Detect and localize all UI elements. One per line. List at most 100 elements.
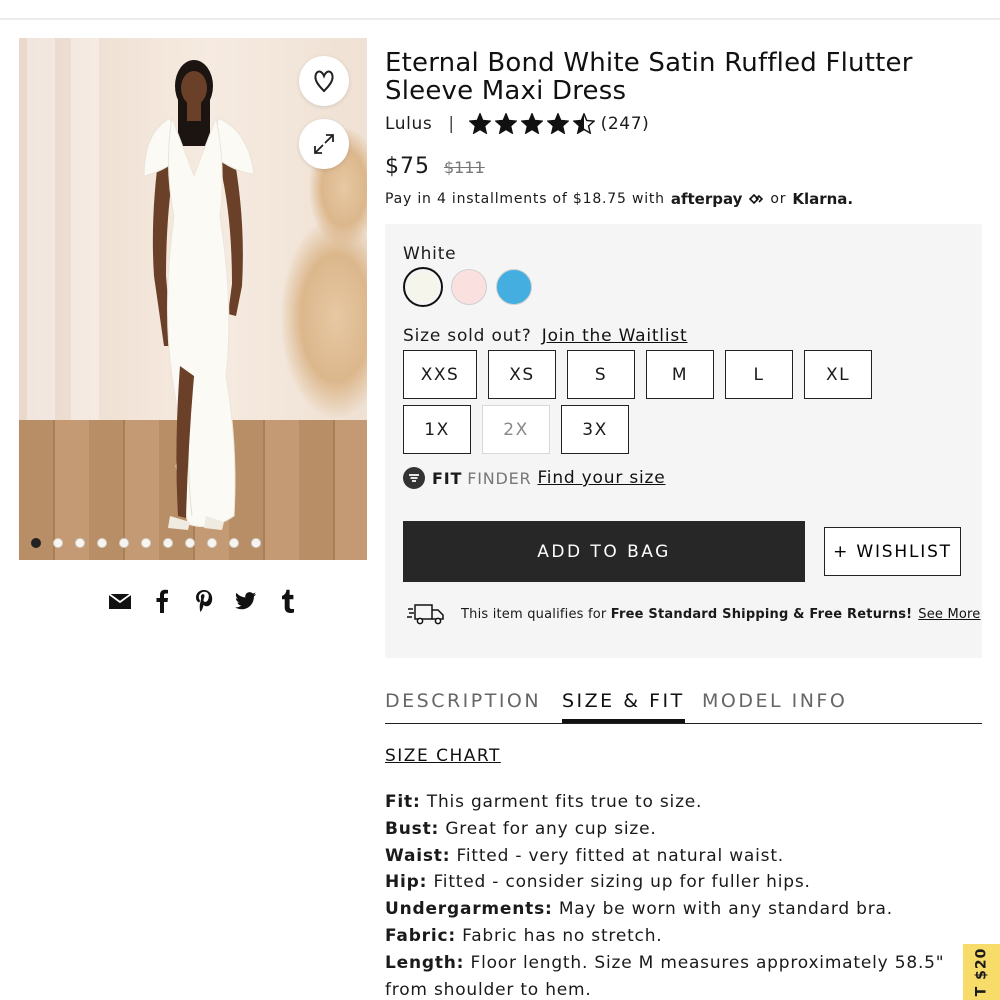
fit-detail-text: Fitted - very fitted at natural waist.: [456, 845, 784, 866]
sale-price: $75: [385, 154, 430, 179]
shipping-prefix: This item qualifies for: [461, 606, 607, 622]
pampas-decor: [281, 218, 367, 418]
star-half-icon: [572, 113, 595, 134]
tab-size-fit[interactable]: SIZE & FIT: [562, 690, 685, 723]
facebook-icon[interactable]: [150, 588, 174, 614]
wishlist-button[interactable]: + WISHLIST: [824, 527, 961, 576]
star-filled-icon: [546, 113, 569, 134]
promo-side-tab[interactable]: T $20: [963, 944, 1000, 1000]
fit-finder-fit: FIT: [432, 468, 463, 488]
size-option-unavailable[interactable]: 2X: [482, 405, 550, 454]
installment-row: Pay in 4 installments of $18.75 with aft…: [385, 190, 853, 208]
add-to-bag-button[interactable]: ADD TO BAG: [403, 521, 805, 582]
shipping-info: This item qualifies for Free Standard Sh…: [407, 602, 981, 626]
gallery-pagination: [31, 538, 261, 548]
model-photo: [143, 60, 255, 530]
gallery-dot[interactable]: [31, 538, 41, 548]
star-rating[interactable]: [468, 113, 595, 134]
fit-detail-item: Undergarments: May be worn with any stan…: [385, 896, 982, 923]
price-row: $75 $111: [385, 154, 485, 179]
payment-or: or: [770, 191, 787, 207]
fit-detail-label: Undergarments:: [385, 899, 553, 920]
size-option[interactable]: XL: [804, 350, 872, 399]
size-option[interactable]: 1X: [403, 405, 471, 454]
expand-image-button[interactable]: [299, 119, 349, 169]
fit-detail-item: Fit: This garment fits true to size.: [385, 789, 982, 816]
brand-rating-row: Lulus | (247): [385, 113, 649, 134]
gallery-dot[interactable]: [163, 538, 173, 548]
fit-detail-text: May be worn with any standard bra.: [558, 899, 893, 920]
afterpay-arrows-icon: [749, 193, 764, 205]
fit-finder-row: FIT FINDER Find your size: [403, 467, 665, 489]
backdrop-curtain: [27, 38, 55, 468]
truck-icon: [407, 604, 444, 625]
size-option[interactable]: L: [725, 350, 793, 399]
product-title: Eternal Bond White Satin Ruffled Flutter…: [385, 48, 913, 106]
gallery-dot[interactable]: [141, 538, 151, 548]
promo-side-tab-label: T $20: [973, 947, 990, 997]
color-swatch-white[interactable]: [403, 267, 443, 307]
star-filled-icon: [468, 113, 491, 134]
size-chart-link[interactable]: SIZE CHART: [385, 746, 501, 766]
tab-description[interactable]: DESCRIPTION: [385, 690, 541, 712]
color-swatch-blush[interactable]: [451, 269, 487, 305]
size-option[interactable]: XS: [488, 350, 556, 399]
gallery-dot[interactable]: [207, 538, 217, 548]
star-filled-icon: [494, 113, 517, 134]
fit-detail-label: Fabric:: [385, 925, 456, 946]
share-icons: [108, 588, 300, 614]
gallery-dot[interactable]: [75, 538, 85, 548]
size-option[interactable]: S: [567, 350, 635, 399]
fit-detail-item: Hip: Fitted - consider sizing up for ful…: [385, 869, 982, 896]
product-info-tabs: DESCRIPTION SIZE & FIT MODEL INFO: [385, 690, 982, 724]
brand-separator: |: [448, 113, 455, 134]
klarna-logo[interactable]: Klarna.: [792, 190, 853, 208]
size-sold-out-row: Size sold out? Join the Waitlist: [403, 326, 687, 346]
gallery-dot[interactable]: [53, 538, 63, 548]
email-icon[interactable]: [108, 588, 132, 614]
favorite-button[interactable]: [299, 56, 349, 106]
afterpay-logo[interactable]: afterpay: [671, 190, 743, 208]
fit-detail-label: Bust:: [385, 818, 440, 839]
sold-out-text: Size sold out?: [403, 326, 532, 346]
expand-icon: [314, 134, 334, 154]
size-option[interactable]: XXS: [403, 350, 477, 399]
star-filled-icon: [520, 113, 543, 134]
backdrop-curtain: [71, 38, 99, 468]
fit-detail-text: Fabric has no stretch.: [462, 925, 663, 946]
gallery-dot[interactable]: [119, 538, 129, 548]
selected-color-label: White: [403, 244, 457, 264]
brand-name[interactable]: Lulus: [385, 114, 432, 134]
see-more-link[interactable]: See More: [918, 607, 980, 622]
gallery-dot[interactable]: [229, 538, 239, 548]
fit-finder-finder: FINDER: [467, 468, 532, 488]
gallery-dot[interactable]: [185, 538, 195, 548]
fit-detail-text: Great for any cup size.: [445, 818, 657, 839]
join-waitlist-link[interactable]: Join the Waitlist: [542, 326, 688, 346]
pinterest-icon[interactable]: [192, 588, 216, 614]
fit-detail-text: This garment fits true to size.: [426, 792, 703, 812]
find-your-size-link[interactable]: Find your size: [537, 468, 665, 488]
fit-detail-label: Hip:: [385, 872, 428, 893]
fit-detail-text: Fitted - consider sizing up for fuller h…: [433, 872, 811, 893]
tab-model-info[interactable]: MODEL INFO: [702, 690, 847, 712]
gallery-dot[interactable]: [251, 538, 261, 548]
fit-detail-item: Length: Floor length. Size M measures ap…: [385, 950, 982, 1000]
fit-detail-item: Bust: Great for any cup size.: [385, 816, 982, 843]
tumblr-icon[interactable]: [276, 588, 300, 614]
fit-detail-text: Floor length. Size M measures approximat…: [385, 952, 945, 1000]
review-count[interactable]: (247): [601, 114, 650, 134]
fit-detail-label: Length:: [385, 952, 465, 973]
purchase-panel: White Size sold out? Join the Waitlist X…: [385, 224, 982, 658]
shipping-offer: Free Standard Shipping & Free Returns!: [610, 606, 913, 622]
heart-icon: [314, 70, 334, 93]
color-swatch-blue[interactable]: [496, 269, 532, 305]
size-option[interactable]: M: [646, 350, 714, 399]
product-image-gallery[interactable]: [19, 38, 367, 560]
gallery-dot[interactable]: [97, 538, 107, 548]
size-option[interactable]: 3X: [561, 405, 629, 454]
fit-detail-label: Waist:: [385, 845, 451, 866]
twitter-icon[interactable]: [234, 588, 258, 614]
fit-finder-icon: [403, 467, 425, 489]
original-price: $111: [444, 158, 485, 177]
